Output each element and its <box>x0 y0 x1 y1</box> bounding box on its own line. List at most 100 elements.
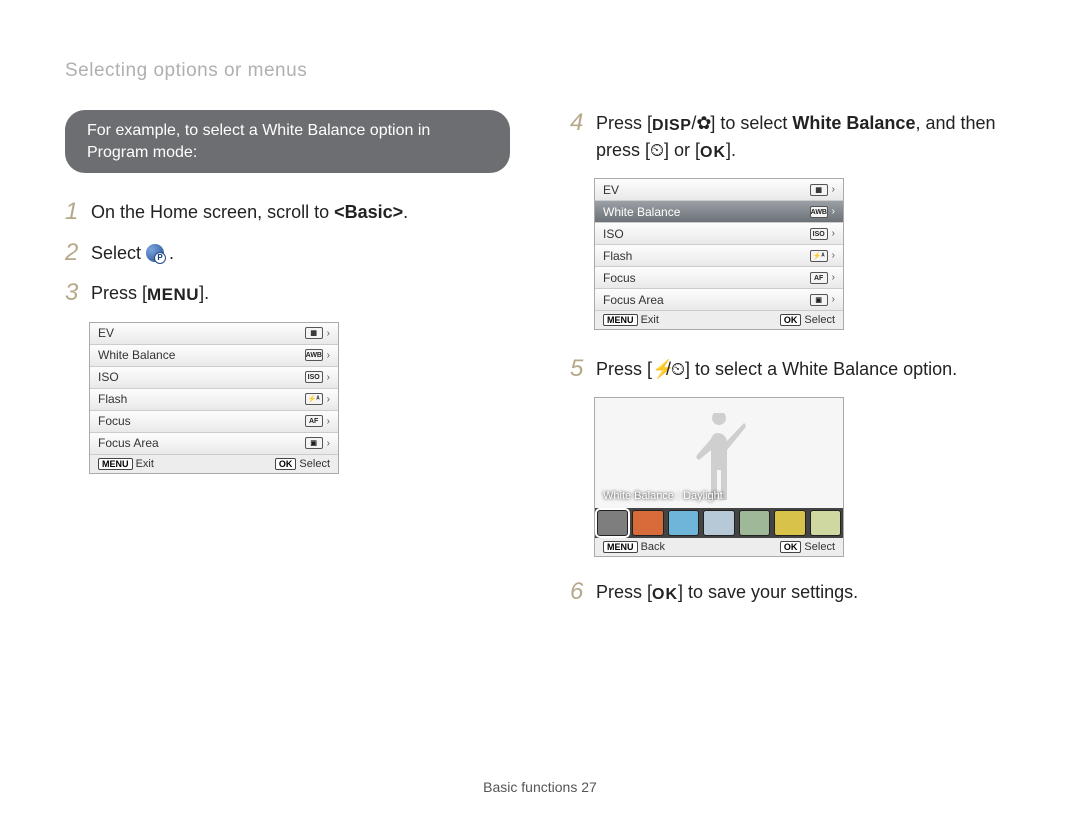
menu-label: MENU <box>147 283 199 308</box>
chevron-right-icon: › <box>832 184 835 195</box>
wb-thumb <box>739 510 770 536</box>
right-column: 4 Press [DISP/✿] to select White Balance… <box>570 110 1015 620</box>
menu-pill: MENU <box>603 314 638 326</box>
menu-row-focusarea: Focus Area ▣› <box>595 289 843 311</box>
menu-value: ▦› <box>810 184 835 196</box>
text-fragment: Press [ <box>91 283 147 303</box>
menu-label: Focus <box>603 271 636 285</box>
step-number: 3 <box>65 280 91 306</box>
menu-row-focusarea: Focus Area ▣› <box>90 433 338 455</box>
footer-section: Basic functions <box>483 779 581 795</box>
page-header: Selecting options or menus <box>65 60 1015 82</box>
step-text: Press [MENU]. <box>91 280 510 308</box>
menu-row-focus: Focus AF› <box>90 411 338 433</box>
step-text: Press [DISP/✿] to select White Balance, … <box>596 110 1015 164</box>
text-bold: <Basic> <box>334 202 403 222</box>
chevron-right-icon: › <box>832 294 835 305</box>
value-icon: AWB <box>305 349 323 361</box>
value-icon: ISO <box>810 228 828 240</box>
text-fragment: ]. <box>199 283 209 303</box>
menu-label: EV <box>98 326 114 340</box>
step-5: 5 Press [⚡/⏲] to select a White Balance … <box>570 356 1015 382</box>
wb-preview-screenshot: White Balance : Daylight MENU Back OK Se… <box>594 397 844 557</box>
footer-page-number: 27 <box>581 779 597 795</box>
chevron-right-icon: › <box>832 228 835 239</box>
menu-value: ISO › <box>305 371 330 383</box>
menu-label: Flash <box>98 392 127 406</box>
step-1: 1 On the Home screen, scroll to <Basic>. <box>65 199 510 225</box>
value-icon: ▦ <box>810 184 828 196</box>
preview-footer: MENU Back OK Select <box>595 538 843 556</box>
step-text: Press [⚡/⏲] to select a White Balance op… <box>596 356 1015 382</box>
menu-row-wb-selected: White Balance AWB› <box>595 201 843 223</box>
menu-row-iso: ISO ISO › <box>595 223 843 245</box>
step-3: 3 Press [MENU]. <box>65 280 510 308</box>
ok-pill: OK <box>275 458 297 470</box>
menu-row-wb: White Balance AWB › <box>90 345 338 367</box>
menu-value: AWB› <box>810 206 835 218</box>
text-fragment: Press [ <box>596 113 652 133</box>
wb-thumb <box>597 510 628 536</box>
footer-text: Select <box>804 541 835 553</box>
text-fragment: ] or [ <box>664 140 700 160</box>
menu-row-focus: Focus AF› <box>595 267 843 289</box>
step-6: 6 Press [OK] to save your settings. <box>570 579 1015 606</box>
chevron-right-icon: › <box>327 350 330 361</box>
menu-pill: MENU <box>98 458 133 470</box>
step-text: Select . <box>91 240 510 266</box>
ok-pill: OK <box>780 541 802 553</box>
wb-thumb <box>703 510 734 536</box>
footer-left: MENU Exit <box>98 458 154 470</box>
text-fragment: Press [ <box>596 359 652 379</box>
menu-footer: MENU Exit OK Select <box>90 455 338 473</box>
menu-row-iso: ISO ISO › <box>90 367 338 389</box>
footer-text: Select <box>804 314 835 326</box>
menu-value: ▣› <box>305 437 330 449</box>
value-icon: AF <box>305 415 323 427</box>
macro-flower-icon: ✿ <box>696 110 710 136</box>
chevron-right-icon: › <box>327 372 330 383</box>
menu-label: White Balance <box>98 348 175 362</box>
menu-label: White Balance <box>603 205 680 219</box>
menu-label: EV <box>603 183 619 197</box>
wb-thumb <box>668 510 699 536</box>
text-fragment: . <box>169 243 174 263</box>
footer-text: Select <box>299 458 330 470</box>
chevron-right-icon: › <box>327 416 330 427</box>
value-icon: ISO <box>305 371 323 383</box>
ok-pill: OK <box>780 314 802 326</box>
menu-value: ▦› <box>305 327 330 339</box>
timer-icon: ⏲ <box>650 137 664 163</box>
preview-image: White Balance : Daylight <box>595 398 843 508</box>
value-icon: ▣ <box>810 294 828 306</box>
menu-pill: MENU <box>603 541 638 553</box>
footer-text: Back <box>641 541 665 553</box>
footer-text: Exit <box>641 314 659 326</box>
menu-footer: MENU Exit OK Select <box>595 311 843 329</box>
camera-menu-screenshot-2: EV ▦› White Balance AWB› ISO ISO› Flash … <box>594 178 844 330</box>
step-text: Press [OK] to save your settings. <box>596 579 1015 606</box>
text-bold: White Balance <box>792 113 915 133</box>
footer-left: MENU Back <box>603 541 665 553</box>
menu-row-flash: Flash ⚡ᴬ › <box>90 389 338 411</box>
wb-thumb <box>810 510 841 536</box>
step-text: On the Home screen, scroll to <Basic>. <box>91 199 510 225</box>
menu-label: ISO <box>98 370 119 384</box>
text-fragment: Press [ <box>596 582 652 602</box>
menu-value: AF› <box>810 272 835 284</box>
value-icon: ⚡ᴬ <box>305 393 323 405</box>
step-2: 2 Select . <box>65 240 510 266</box>
menu-row-flash: Flash ⚡ᴬ› <box>595 245 843 267</box>
menu-value: ISO › <box>810 228 835 240</box>
callout-line-1: For example, to select a White Balance o… <box>87 122 430 139</box>
text-fragment: ] to save your settings. <box>678 582 858 602</box>
wb-thumb <box>632 510 663 536</box>
ok-label: OK <box>652 583 678 606</box>
program-mode-icon <box>146 244 164 262</box>
text-fragment: ] to select a White Balance option. <box>685 359 957 379</box>
value-icon: ⚡ᴬ <box>810 250 828 262</box>
menu-value: ⚡ᴬ› <box>810 250 835 262</box>
chevron-right-icon: › <box>327 394 330 405</box>
chevron-right-icon: › <box>832 272 835 283</box>
menu-value: AWB › <box>305 349 330 361</box>
